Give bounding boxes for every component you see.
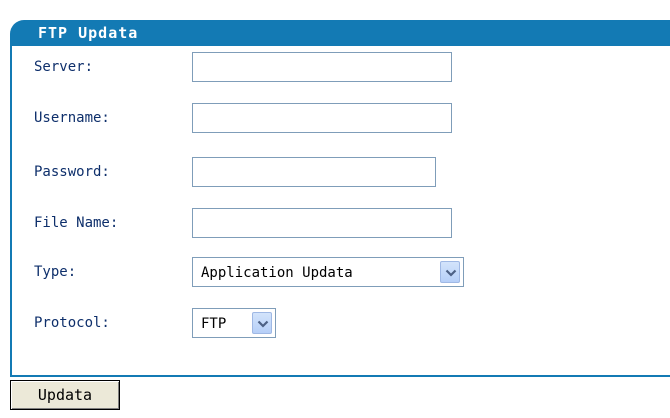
updata-button[interactable]: Updata [10,380,120,410]
protocol-label: Protocol: [34,315,110,331]
panel-title-bar: FTP Updata [10,20,670,46]
type-selected-value: Application Updata [201,265,353,281]
server-label: Server: [34,59,94,75]
type-select[interactable]: Application Updata [192,257,464,287]
chevron-down-icon [257,320,269,328]
panel-title: FTP Updata [38,24,139,42]
protocol-select[interactable]: FTP [192,308,276,338]
protocol-row: Protocol: FTP [12,308,670,340]
server-row: Server: [12,52,670,84]
ftp-updata-panel: FTP Updata Server: Username: Password: F… [10,20,670,418]
type-label: Type: [34,264,77,280]
username-label: Username: [34,110,110,126]
chevron-down-icon [445,269,457,277]
type-row: Type: Application Updata [12,257,670,289]
username-input[interactable] [192,103,452,133]
file-name-row: File Name: [12,208,670,240]
protocol-dropdown-button[interactable] [252,312,272,334]
ftp-form: Server: Username: Password: File Name: T… [10,46,670,376]
password-input[interactable] [192,157,436,187]
username-row: Username: [12,103,670,135]
type-dropdown-button[interactable] [440,261,460,283]
file-name-label: File Name: [34,215,119,231]
password-label: Password: [34,164,110,180]
password-row: Password: [12,157,670,189]
file-name-input[interactable] [192,208,452,238]
protocol-selected-value: FTP [201,316,227,332]
server-input[interactable] [192,52,452,82]
form-bottom-border [10,375,670,377]
